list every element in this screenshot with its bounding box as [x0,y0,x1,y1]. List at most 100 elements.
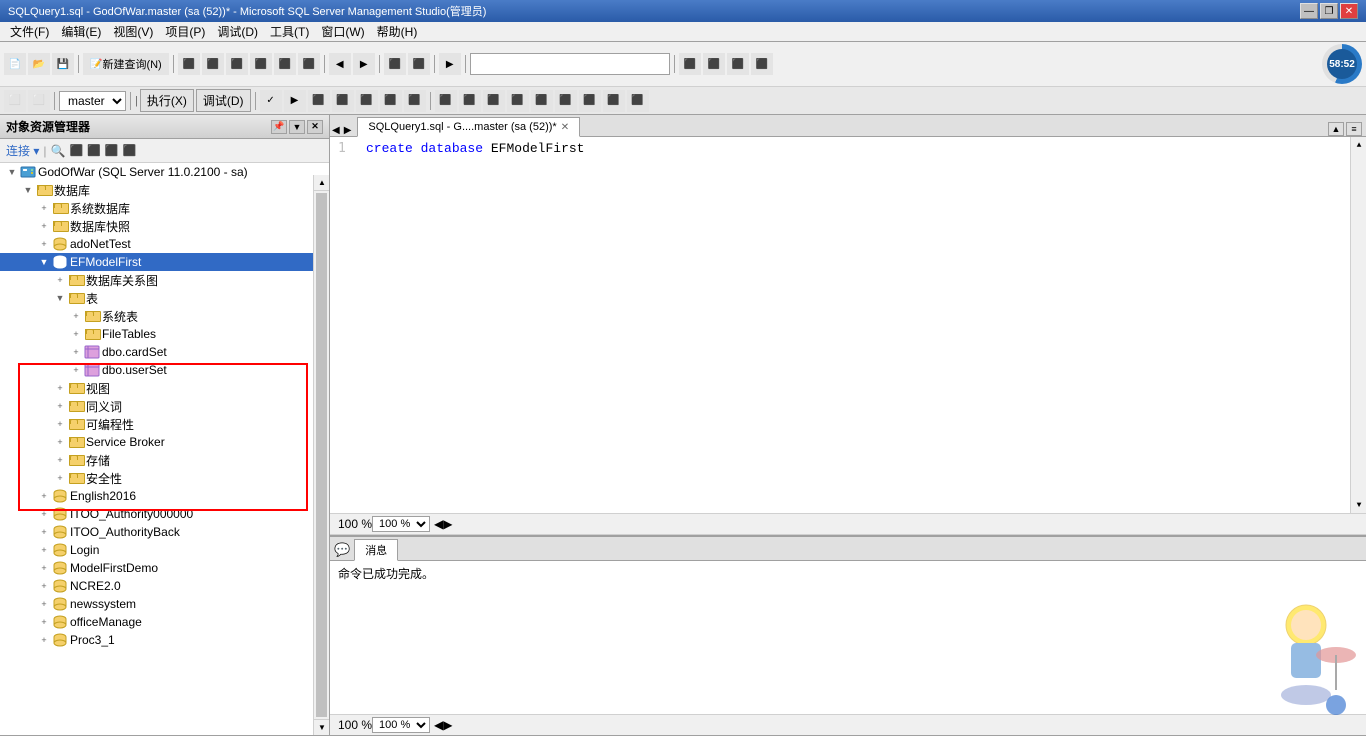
restore-button[interactable]: ❐ [1320,3,1338,19]
node-ncre[interactable]: + NCRE2.0 [0,577,329,595]
panel-pin[interactable]: 📌 [271,120,287,134]
mfd-expand[interactable]: + [36,560,52,576]
panel-close[interactable]: ✕ [307,120,323,134]
zoom-scroll-right[interactable]: ▶ [443,517,452,531]
zoom2-select[interactable]: 100 % [372,717,430,733]
tb2-btn11[interactable]: ⬛ [459,90,481,112]
debug-button[interactable]: 调试(D) [196,89,251,112]
tb2-btn4[interactable]: ▶ [284,90,306,112]
tab-scroll-left[interactable]: ◀ [330,125,342,136]
node-security[interactable]: + 安全性 [0,469,329,487]
tb2-btn3[interactable]: ✓ [260,90,282,112]
adoNetTest-expand[interactable]: + [36,236,52,252]
tb2-btn10[interactable]: ⬛ [435,90,457,112]
node-officemanage[interactable]: + officeManage [0,613,329,631]
tab-icon1[interactable]: ▲ [1328,122,1344,136]
tb-btn17[interactable]: ⬛ [751,53,773,75]
tb2-btn6[interactable]: ⬛ [332,90,354,112]
tree-root[interactable]: ▼ GodOfWar (SQL Server 11.0.2100 - sa) [0,163,329,181]
views-expand[interactable]: + [52,380,68,396]
tb-btn5[interactable]: ⬛ [226,53,248,75]
filter-icon[interactable]: 🔍 [50,144,65,158]
diagram-expand[interactable]: + [52,272,68,288]
tb2-btn5[interactable]: ⬛ [308,90,330,112]
connect-link[interactable]: 连接 ▾ [6,142,39,159]
minimize-button[interactable]: — [1300,3,1318,19]
node-login[interactable]: + Login [0,541,329,559]
node-newssystem[interactable]: + newssystem [0,595,329,613]
tb2-btn18[interactable]: ⬛ [627,90,649,112]
results-tab-messages[interactable]: 消息 [354,539,398,561]
tab-query1[interactable]: SQLQuery1.sql - G....master (sa (52))* ✕ [357,117,580,137]
node-file-tables[interactable]: + FileTables [0,325,329,343]
menu-view[interactable]: 视图(V) [107,21,159,42]
tab-icon2[interactable]: ≡ [1346,122,1362,136]
menu-file[interactable]: 文件(F) [4,21,55,42]
ef-expand[interactable]: ▼ [36,254,52,270]
close-button[interactable]: ✕ [1340,3,1358,19]
execute-button[interactable]: 执行(X) [140,89,194,112]
prog-expand[interactable]: + [52,416,68,432]
tb-btn14[interactable]: ⬛ [679,53,701,75]
oe-btn2[interactable]: ⬛ [87,144,101,157]
zoom-select[interactable]: 100 % [372,516,430,532]
node-proc3[interactable]: + Proc3_1 [0,631,329,649]
oe-btn4[interactable]: ⬛ [123,144,137,157]
tb-btn6[interactable]: ⬛ [250,53,272,75]
menu-help[interactable]: 帮助(H) [371,21,424,42]
node-modelfirst[interactable]: + ModelFirstDemo [0,559,329,577]
node-itoo-auth[interactable]: + ITOO_Authority000000 [0,505,329,523]
database-dropdown[interactable]: master [59,91,126,111]
tb-btn3[interactable]: ⬛ [178,53,200,75]
storage-expand[interactable]: + [52,452,68,468]
query-editor[interactable]: 1 create database EFModelFirst ▲ ▼ [330,137,1366,513]
node-synonyms[interactable]: + 同义词 [0,397,329,415]
tb-new-file[interactable]: 📄 [4,53,26,75]
zoom2-scroll-right[interactable]: ▶ [443,718,452,732]
tb-btn16[interactable]: ⬛ [727,53,749,75]
node-adoNetTest[interactable]: + adoNetTest [0,235,329,253]
node-storage[interactable]: + 存储 [0,451,329,469]
menu-project[interactable]: 项目(P) [159,21,211,42]
sb-expand[interactable]: + [52,434,68,450]
scroll-down-btn[interactable]: ▼ [314,719,330,735]
tb2-btn14[interactable]: ⬛ [531,90,553,112]
scroll-up-btn[interactable]: ▲ [314,175,330,191]
login-expand[interactable]: + [36,542,52,558]
node-views[interactable]: + 视图 [0,379,329,397]
node-sys-db[interactable]: + 系统数据库 [0,199,329,217]
sysdb-expand[interactable]: + [36,200,52,216]
filetables-expand[interactable]: + [68,326,84,342]
panel-arrow[interactable]: ▼ [289,120,305,134]
node-EFModelFirst[interactable]: ▼ EFModelFirst [0,253,329,271]
node-db-diagram[interactable]: + 数据库关系图 [0,271,329,289]
tb2-btn16[interactable]: ⬛ [579,90,601,112]
tb2-btn15[interactable]: ⬛ [555,90,577,112]
zoom2-scroll-left[interactable]: ◀ [434,718,443,732]
tb2-btn8[interactable]: ⬛ [380,90,402,112]
editor-scrollbar[interactable]: ▲ ▼ [1350,137,1366,513]
tb-btn8[interactable]: ⬛ [298,53,320,75]
editor-scroll-up[interactable]: ▲ [1351,137,1366,153]
tab-scroll-right[interactable]: ▶ [342,125,354,136]
tree-area[interactable]: ▼ GodOfWar (SQL Server 11.0.2100 - sa) ▼… [0,163,329,735]
editor-scroll-down[interactable]: ▼ [1351,497,1366,513]
tb-btn13[interactable]: ▶ [439,53,461,75]
node-databases[interactable]: ▼ 数据库 [0,181,329,199]
node-sys-tables[interactable]: + 系统表 [0,307,329,325]
root-expand[interactable]: ▼ [4,164,20,180]
tb-btn7[interactable]: ⬛ [274,53,296,75]
itooback-expand[interactable]: + [36,524,52,540]
scroll-thumb[interactable] [316,193,327,717]
code-content[interactable]: create database EFModelFirst [366,141,1358,509]
menu-debug[interactable]: 调试(D) [211,21,264,42]
oe-btn3[interactable]: ⬛ [105,144,119,157]
menu-tools[interactable]: 工具(T) [264,21,315,42]
node-dbo-cardset[interactable]: + dbo.cardSet [0,343,329,361]
ncre-expand[interactable]: + [36,578,52,594]
office-expand[interactable]: + [36,614,52,630]
tb-search[interactable] [470,53,670,75]
userset-expand[interactable]: + [68,362,84,378]
tb-btn15[interactable]: ⬛ [703,53,725,75]
tb2-btn1[interactable]: ⬜ [4,90,26,112]
